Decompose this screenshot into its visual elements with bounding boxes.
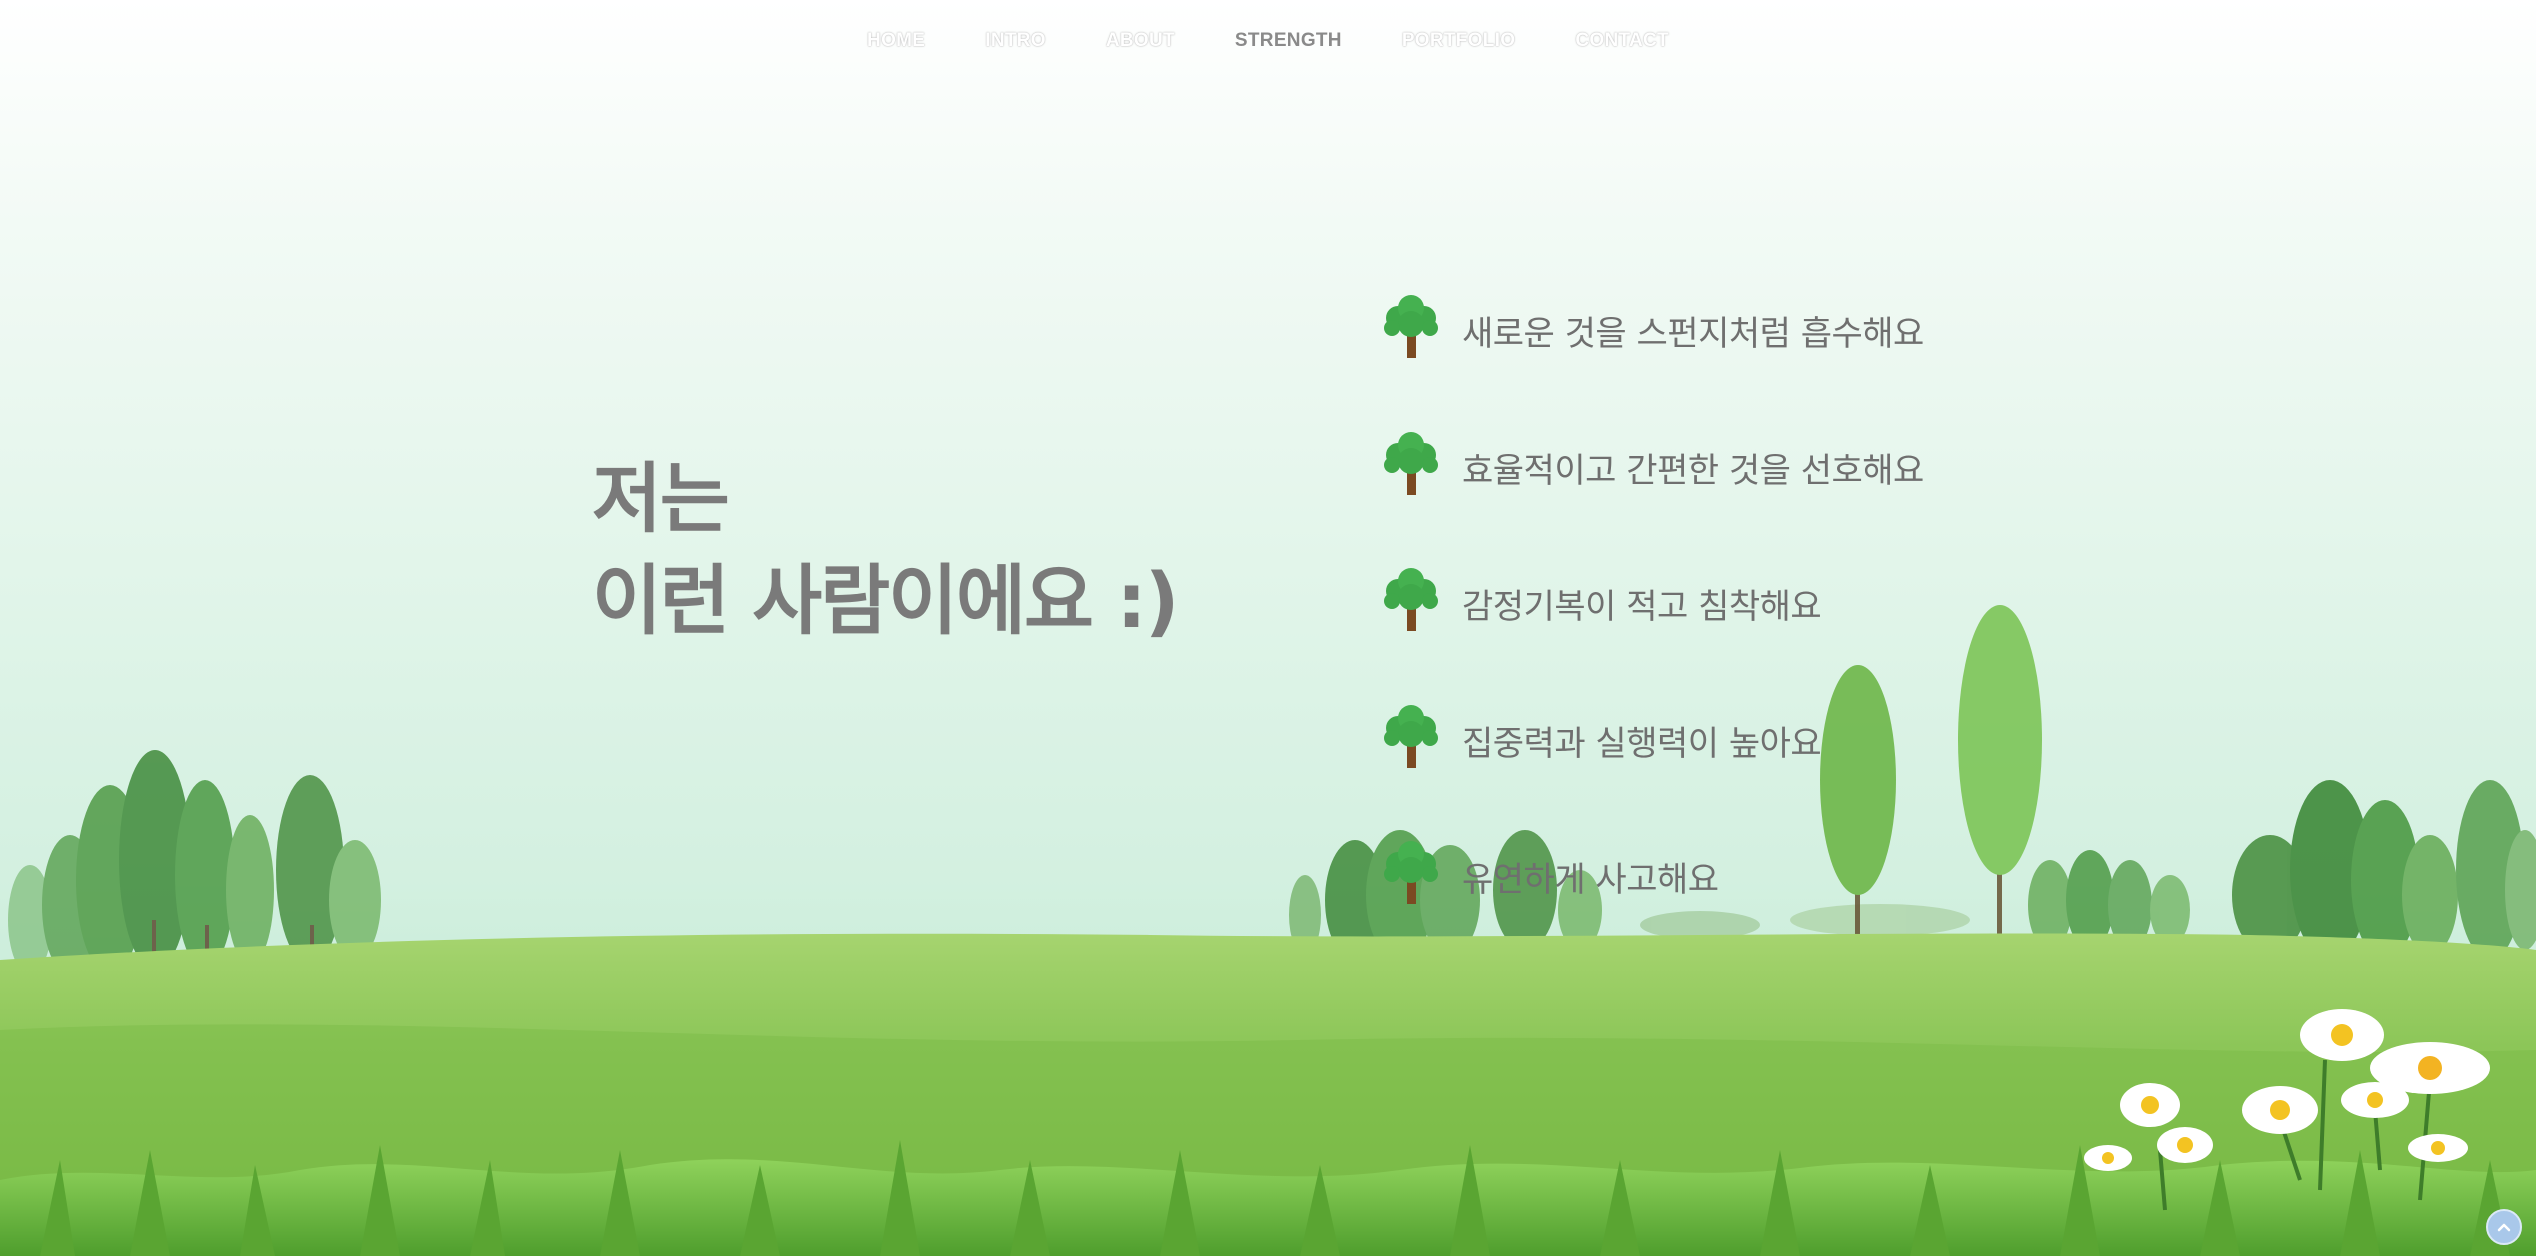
tree-cluster-right: [2232, 780, 2536, 960]
nav-about[interactable]: ABOUT: [1106, 30, 1175, 52]
strength-text: 새로운 것을 스펀지처럼 흡수해요: [1462, 314, 1924, 354]
strength-item: 감정기복이 적고 침착해요: [1378, 567, 1924, 704]
tree-icon: [1384, 295, 1438, 358]
strength-list: 새로운 것을 스펀지처럼 흡수해요 효율적이고 간편한 것을 선호해요 감정기복…: [1378, 294, 1924, 977]
section-headline: 저는 이런 사람이에요 :): [592, 448, 1179, 652]
nav-strength[interactable]: STRENGTH: [1235, 30, 1342, 52]
headline-line-2: 이런 사람이에요 :): [592, 556, 1179, 645]
scroll-top-button[interactable]: [2486, 1209, 2522, 1245]
meadow-background: [0, 605, 2536, 1256]
nav-contact[interactable]: CONTACT: [1575, 30, 1669, 52]
tree-icon: [1384, 568, 1438, 631]
nav-home[interactable]: HOME: [867, 30, 925, 52]
strength-section: HOME INTRO ABOUT STRENGTH PORTFOLIO CONT…: [0, 0, 2536, 1256]
headline-line-1: 저는: [592, 454, 730, 543]
tree-icon: [1384, 704, 1438, 768]
strength-text: 유연하게 사고해요: [1462, 860, 1719, 900]
strength-item: 집중력과 실행력이 높아요: [1378, 704, 1924, 841]
tree-cluster-left: [8, 750, 381, 975]
top-nav: HOME INTRO ABOUT STRENGTH PORTFOLIO CONT…: [0, 30, 2536, 52]
strength-item: 유연하게 사고해요: [1378, 840, 1924, 977]
tree-icon: [1384, 431, 1438, 495]
strength-text: 효율적이고 간편한 것을 선호해요: [1462, 450, 1924, 491]
nav-intro[interactable]: INTRO: [985, 30, 1046, 52]
strength-item: 효율적이고 간편한 것을 선호해요: [1378, 431, 1924, 568]
chevron-up-icon: [2497, 1223, 2511, 1232]
tree-icon: [1384, 841, 1438, 904]
strength-text: 감정기복이 적고 침착해요: [1462, 587, 1822, 627]
strength-text: 집중력과 실행력이 높아요: [1462, 723, 1822, 764]
strength-item: 새로운 것을 스펀지처럼 흡수해요: [1378, 294, 1924, 431]
nav-portfolio[interactable]: PORTFOLIO: [1402, 30, 1516, 52]
